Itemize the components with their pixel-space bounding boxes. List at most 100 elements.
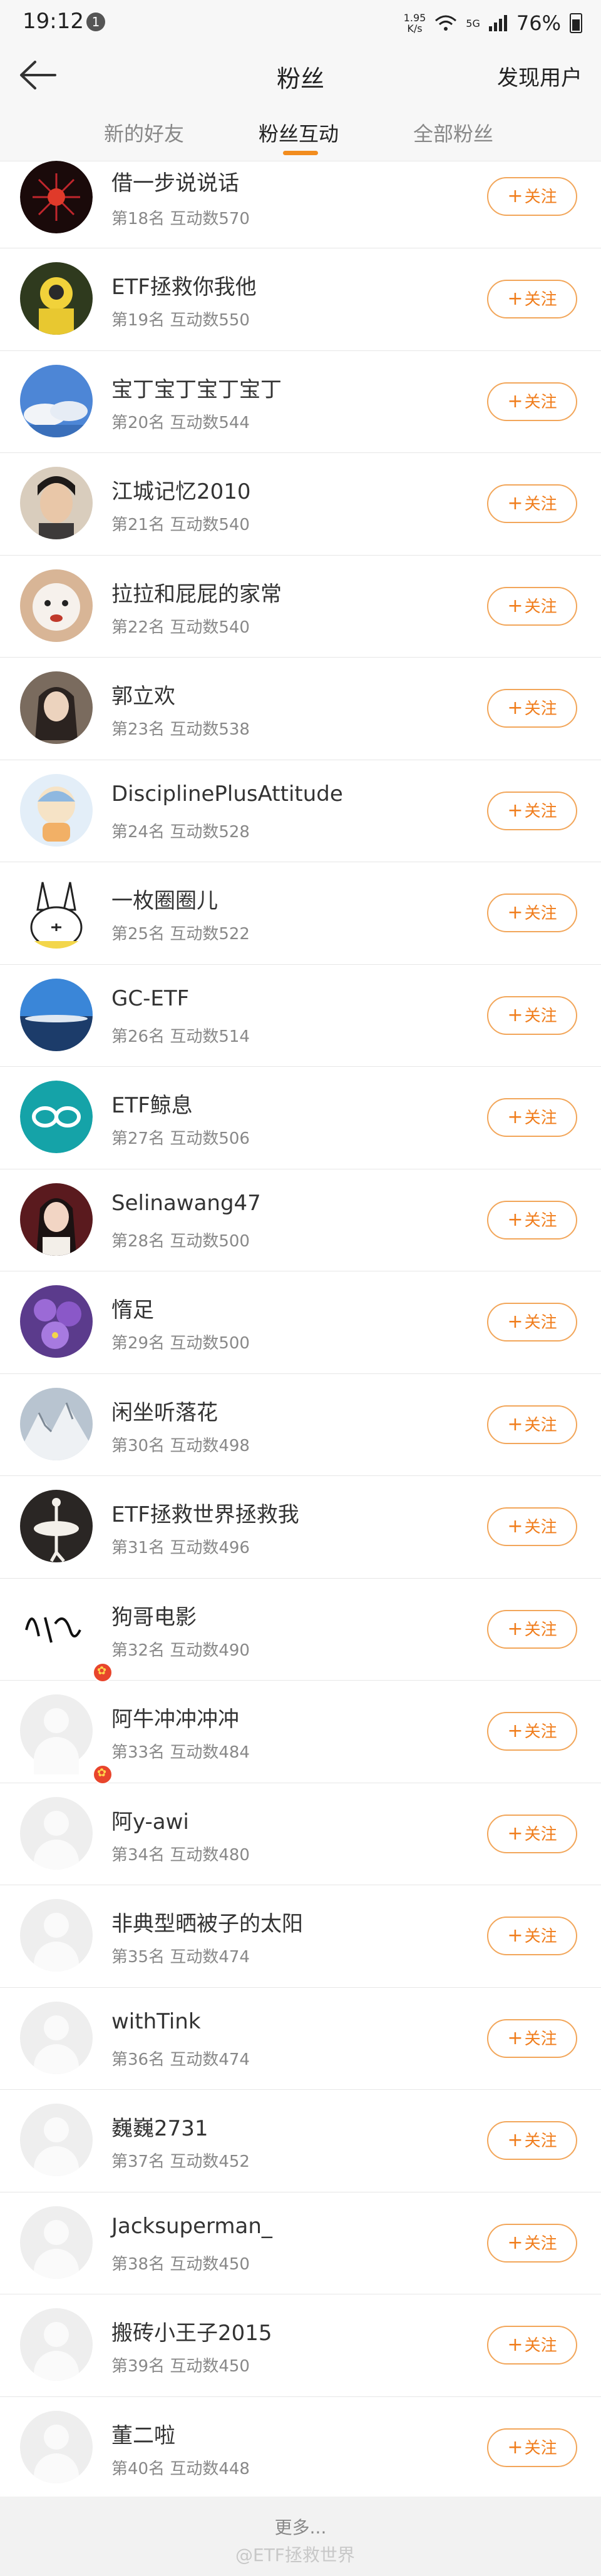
avatar-default[interactable] <box>20 2308 93 2381</box>
fan-row[interactable]: GC-ETF 第26名 互动数514 +关注 <box>0 965 601 1067</box>
fan-name[interactable]: 江城记忆2010 <box>111 474 251 505</box>
avatar-default[interactable] <box>20 2001 93 2074</box>
follow-button[interactable]: +关注 <box>487 2326 577 2365</box>
fan-row[interactable]: Jacksuperman_ 第38名 互动数450 +关注 <box>0 2192 601 2294</box>
load-more-button[interactable]: 更多... <box>0 2514 601 2539</box>
follow-button[interactable]: +关注 <box>487 995 577 1035</box>
fan-row[interactable]: 拉拉和屁屁的家常 第22名 互动数540 +关注 <box>0 556 601 658</box>
avatar[interactable] <box>20 161 93 233</box>
fan-row[interactable]: withTink 第36名 互动数474 +关注 <box>0 1988 601 2090</box>
fan-row[interactable]: 江城记忆2010 第21名 互动数540 +关注 <box>0 453 601 556</box>
fan-row[interactable]: 借一步说说话 第18名 互动数570 +关注 <box>0 161 601 248</box>
fan-name[interactable]: ETF鲸息 <box>111 1088 193 1119</box>
avatar[interactable] <box>20 569 93 642</box>
fan-row[interactable]: 非典型晒被子的太阳 第35名 互动数474 +关注 <box>0 1885 601 1988</box>
avatar[interactable] <box>20 1285 93 1358</box>
follow-button[interactable]: +关注 <box>487 177 577 216</box>
follow-button[interactable]: +关注 <box>487 586 577 626</box>
fan-row[interactable]: 一枚圈圈儿 第25名 互动数522 +关注 <box>0 862 601 965</box>
follow-button[interactable]: +关注 <box>487 791 577 830</box>
avatar-default[interactable] <box>20 1694 113 1784</box>
follow-button[interactable]: +关注 <box>487 2019 577 2058</box>
fan-row[interactable]: DisciplinePlusAttitude 第24名 互动数528 +关注 <box>0 760 601 862</box>
avatar[interactable] <box>20 773 93 847</box>
follow-button[interactable]: +关注 <box>487 1405 577 1444</box>
fan-row[interactable]: 闲坐听落花 第30名 互动数498 +关注 <box>0 1374 601 1476</box>
follow-button[interactable]: +关注 <box>487 1507 577 1546</box>
follow-button[interactable]: +关注 <box>487 280 577 318</box>
fan-name[interactable]: ETF拯救你我他 <box>111 270 257 300</box>
avatar[interactable] <box>20 262 93 335</box>
avatar-default[interactable] <box>20 2410 93 2483</box>
avatar[interactable] <box>20 467 93 539</box>
fan-name[interactable]: 阿y-awi <box>111 1805 189 1835</box>
avatar[interactable] <box>20 1592 113 1683</box>
follow-button[interactable]: +关注 <box>487 689 577 728</box>
fan-name[interactable]: 郭立欢 <box>111 679 175 710</box>
fan-row[interactable]: ETF拯救世界拯救我 第31名 互动数496 +关注 <box>0 1476 601 1579</box>
fan-name[interactable]: 闲坐听落花 <box>111 1395 218 1426</box>
fan-name[interactable]: 宝丁宝丁宝丁宝丁 <box>111 372 282 403</box>
follow-button[interactable]: +关注 <box>487 2428 577 2467</box>
tab-new-friends[interactable]: 新的好友 <box>104 118 184 147</box>
follow-button[interactable]: +关注 <box>487 484 577 523</box>
fan-rank: 第35名 互动数474 <box>111 1948 250 1967</box>
follow-label: 关注 <box>524 188 557 206</box>
fan-name[interactable]: GC-ETF <box>111 986 189 1011</box>
fan-name[interactable]: 狗哥电影 <box>111 1600 197 1631</box>
follow-button[interactable]: +关注 <box>487 1098 577 1137</box>
follow-button[interactable]: +关注 <box>487 1712 577 1751</box>
avatar-default[interactable] <box>20 1899 93 1972</box>
avatar[interactable] <box>20 1081 93 1153</box>
fan-name[interactable]: Jacksuperman_ <box>111 2214 272 2239</box>
fan-name[interactable]: withTink <box>111 2009 201 2034</box>
avatar[interactable] <box>20 1387 93 1460</box>
fan-name[interactable]: DisciplinePlusAttitude <box>111 781 343 807</box>
fan-name[interactable]: 非典型晒被子的太阳 <box>111 1907 303 1937</box>
fan-name[interactable]: 拉拉和屁屁的家常 <box>111 577 282 608</box>
follow-button[interactable]: +关注 <box>487 1200 577 1240</box>
follow-button[interactable]: +关注 <box>487 1917 577 1955</box>
follow-button[interactable]: +关注 <box>487 2121 577 2160</box>
fan-name[interactable]: 董二啦 <box>111 2418 175 2449</box>
follow-button[interactable]: +关注 <box>487 382 577 421</box>
fan-name[interactable]: 搬砖小王子2015 <box>111 2316 272 2346</box>
follow-button[interactable]: +关注 <box>487 1303 577 1341</box>
fan-row[interactable]: ETF拯救你我他 第19名 互动数550 +关注 <box>0 248 601 351</box>
fan-name[interactable]: Selinawang47 <box>111 1191 261 1216</box>
avatar[interactable] <box>20 364 93 437</box>
follow-button[interactable]: +关注 <box>487 1814 577 1853</box>
fan-name[interactable]: 借一步说说话 <box>111 166 239 196</box>
fan-row[interactable]: 宝丁宝丁宝丁宝丁 第20名 互动数544 +关注 <box>0 351 601 453</box>
fan-row[interactable]: 郭立欢 第23名 互动数538 +关注 <box>0 658 601 760</box>
avatar[interactable] <box>20 1183 93 1256</box>
fan-row[interactable]: 阿y-awi 第34名 互动数480 +关注 <box>0 1783 601 1885</box>
fan-name[interactable]: 一枚圈圈儿 <box>111 883 218 914</box>
fan-name[interactable]: 巍巍2731 <box>111 2111 208 2142</box>
fan-rank: 第32名 互动数490 <box>111 1641 250 1660</box>
avatar-default[interactable] <box>20 2206 93 2279</box>
follow-button[interactable]: +关注 <box>487 1609 577 1649</box>
follow-button[interactable]: +关注 <box>487 893 577 932</box>
fan-name[interactable]: ETF拯救世界拯救我 <box>111 1497 299 1528</box>
tab-all-fans[interactable]: 全部粉丝 <box>413 118 493 147</box>
follow-button[interactable]: +关注 <box>487 2223 577 2263</box>
fan-row[interactable]: 惰足 第29名 互动数500 +关注 <box>0 1271 601 1374</box>
avatar[interactable] <box>20 876 93 949</box>
avatar-default[interactable] <box>20 2104 93 2176</box>
avatar[interactable] <box>20 1490 93 1562</box>
fan-row[interactable]: 搬砖小王子2015 第39名 互动数450 +关注 <box>0 2294 601 2397</box>
avatar[interactable] <box>20 671 93 744</box>
tab-fan-interaction[interactable]: 粉丝互动 <box>259 118 339 147</box>
fan-name[interactable]: 阿牛冲冲冲冲 <box>111 1702 239 1733</box>
fan-name[interactable]: 惰足 <box>111 1293 154 1323</box>
avatar[interactable] <box>20 978 93 1051</box>
fan-row[interactable]: 阿牛冲冲冲冲 第33名 互动数484 +关注 <box>0 1681 601 1784</box>
fan-row[interactable]: Selinawang47 第28名 互动数500 +关注 <box>0 1169 601 1271</box>
discover-users-button[interactable]: 发现用户 <box>497 61 582 91</box>
fan-row[interactable]: 狗哥电影 第32名 互动数490 +关注 <box>0 1579 601 1683</box>
fan-row[interactable]: 巍巍2731 第37名 互动数452 +关注 <box>0 2090 601 2192</box>
fan-row[interactable]: 董二啦 第40名 互动数448 +关注 <box>0 2397 601 2500</box>
fan-row[interactable]: ETF鲸息 第27名 互动数506 +关注 <box>0 1067 601 1169</box>
avatar-default[interactable] <box>20 1796 93 1870</box>
